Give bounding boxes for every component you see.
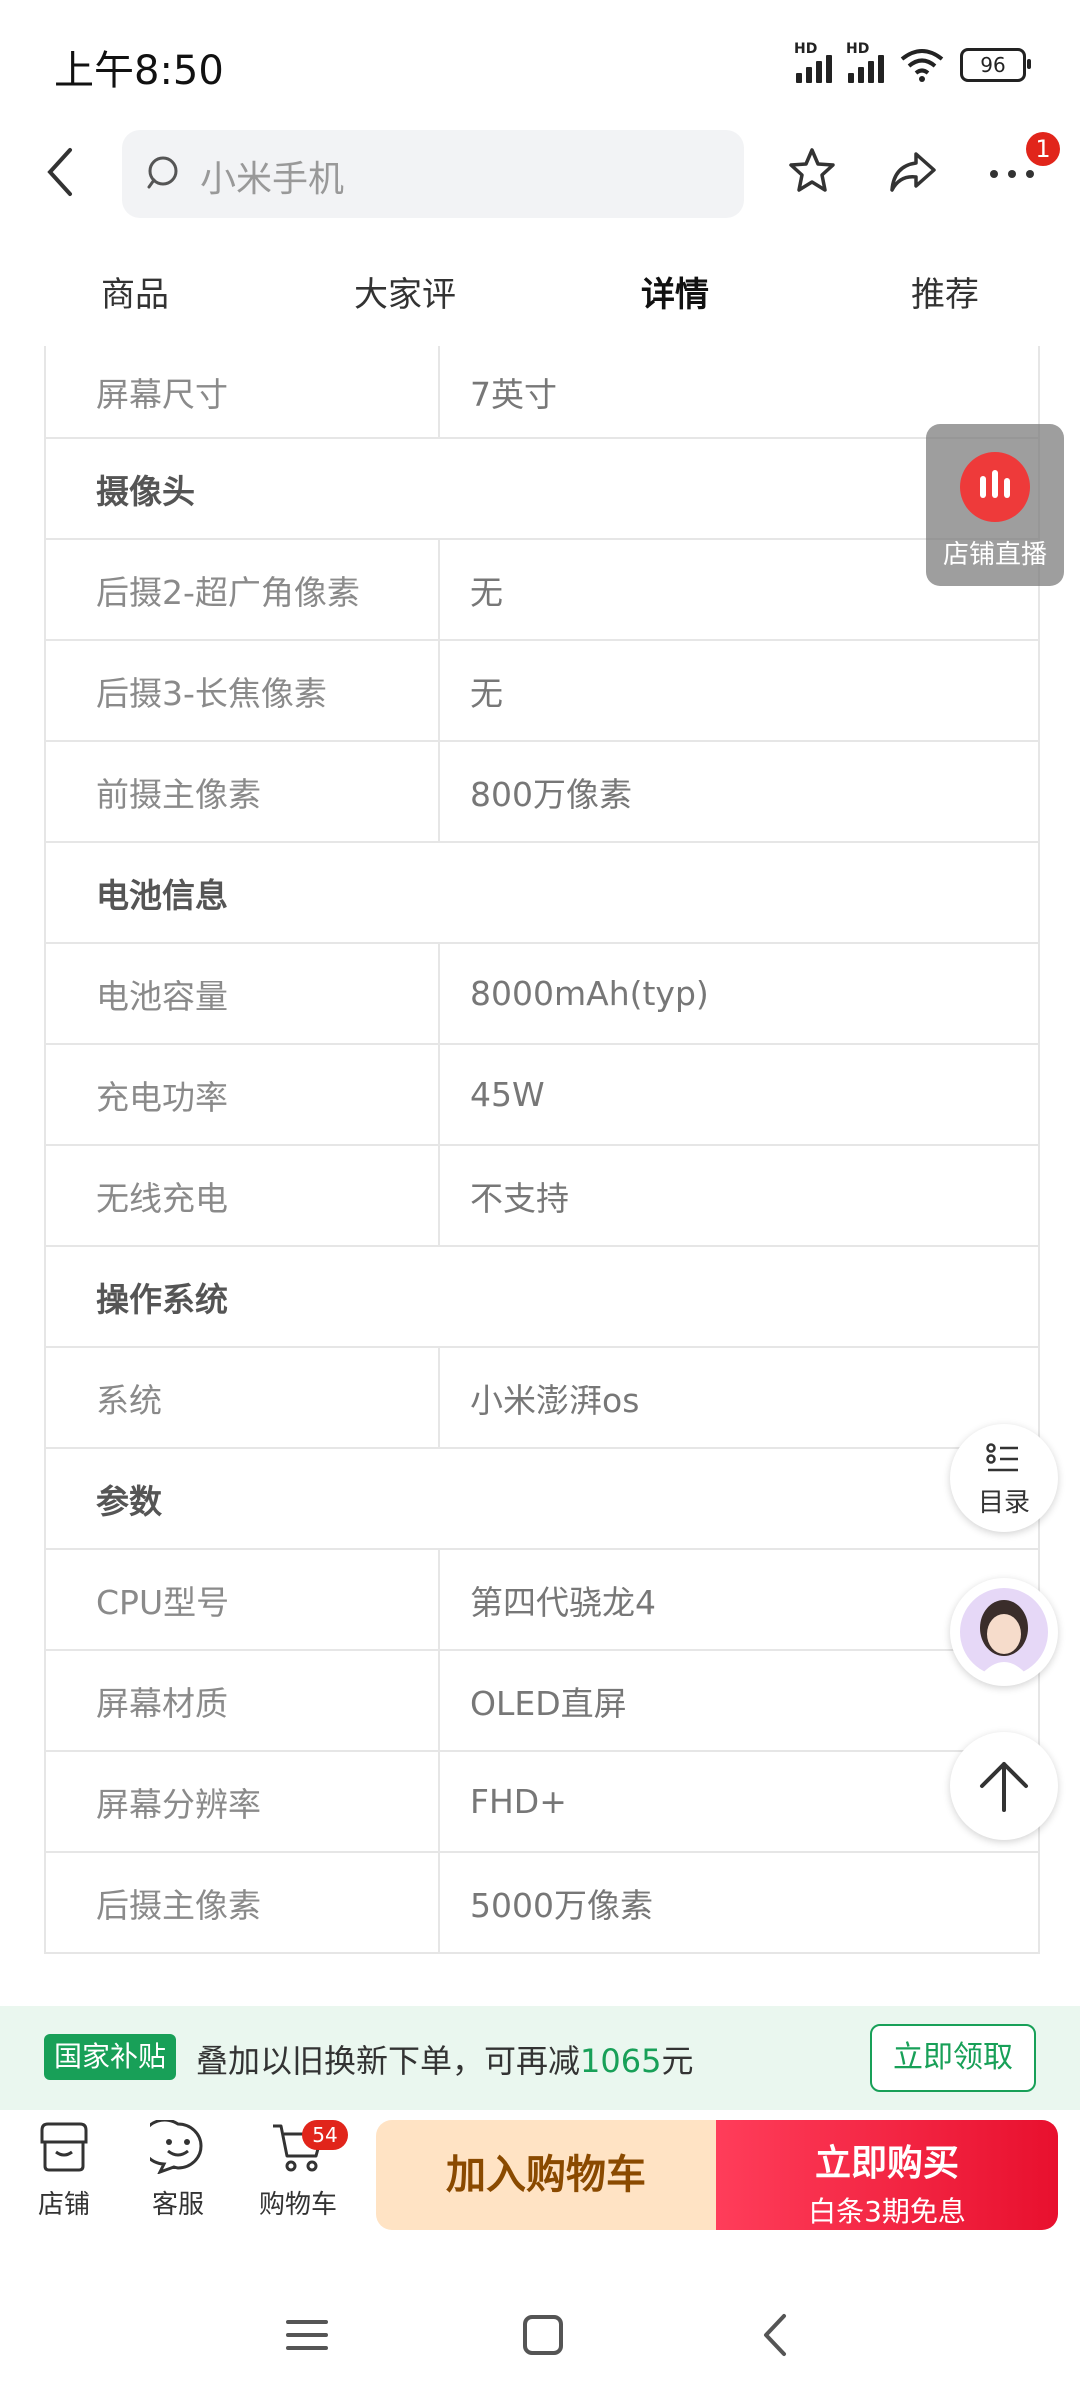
spec-section-title: 操作系统 <box>96 1279 228 1319</box>
signal-icon: HD <box>846 41 884 83</box>
live-icon <box>960 452 1030 522</box>
spec-section-header: 参数 <box>46 1449 1038 1550</box>
system-back-button[interactable] <box>752 2310 802 2364</box>
spec-row: 前摄主像素 800万像素 <box>46 742 1038 843</box>
spec-row: CPU型号 第四代骁龙4 <box>46 1550 1038 1651</box>
signal-icon: HD <box>794 41 832 83</box>
spec-value: 第四代骁龙4 <box>470 1582 656 1622</box>
spec-section-title: 电池信息 <box>96 875 228 915</box>
status-time: 上午8:50 <box>54 48 224 94</box>
customer-service-button[interactable]: 客服 <box>128 2118 228 2221</box>
add-to-cart-button[interactable]: 加入购物车 <box>376 2120 716 2230</box>
spec-value: 小米澎湃os <box>470 1380 640 1420</box>
claim-subsidy-button[interactable]: 立即领取 <box>870 2024 1036 2092</box>
avatar-icon <box>960 1588 1048 1676</box>
subsidy-banner: 国家补贴 叠加以旧换新下单，可再减1065元 立即领取 <box>0 2006 1080 2110</box>
chevron-left-icon <box>47 148 72 196</box>
cart-count-badge: 54 <box>302 2120 348 2150</box>
spec-key: 屏幕分辨率 <box>46 1752 440 1851</box>
customer-service-label: 客服 <box>151 2190 204 2220</box>
tab-bar: 商品 大家评 详情 推荐 <box>0 255 1080 335</box>
tab-product[interactable]: 商品 <box>0 255 270 335</box>
spec-key: 后摄主像素 <box>46 1853 440 1952</box>
chat-face-icon <box>140 2118 203 2175</box>
search-input[interactable]: 小米手机 <box>122 130 744 218</box>
notification-badge: 1 <box>1026 132 1060 166</box>
store-live-button[interactable]: 店铺直播 <box>926 424 1064 586</box>
spec-value: 8000mAh(typ) <box>470 974 709 1013</box>
store-icon <box>40 2122 88 2172</box>
spec-key: 屏幕尺寸 <box>46 346 440 437</box>
search-placeholder: 小米手机 <box>200 159 345 200</box>
spec-row: 屏幕材质 OLED直屏 <box>46 1651 1038 1752</box>
spec-key: 无线充电 <box>46 1146 440 1245</box>
spec-row: 后摄2-超广角像素 无 <box>46 540 1038 641</box>
recent-apps-button[interactable] <box>282 2310 332 2364</box>
cart-label: 购物车 <box>258 2190 337 2220</box>
spec-row: 充电功率 45W <box>46 1045 1038 1146</box>
battery-icon: 96 <box>960 48 1031 82</box>
toc-label: 目录 <box>977 1488 1030 1518</box>
chevron-left-icon <box>764 2314 786 2356</box>
back-to-top-button[interactable] <box>950 1732 1058 1840</box>
buy-now-subtitle: 白条3期免息 <box>808 2195 966 2228</box>
spec-section-header: 操作系统 <box>46 1247 1038 1348</box>
square-icon <box>523 2315 563 2355</box>
subsidy-text: 叠加以旧换新下单，可再减1065元 <box>196 2042 694 2080</box>
status-icons: HD HD 96 <box>794 40 1031 90</box>
spec-value: 不支持 <box>470 1178 569 1218</box>
toc-button[interactable]: 目录 <box>950 1424 1058 1532</box>
star-icon <box>789 148 835 192</box>
spec-value: 800万像素 <box>470 774 632 814</box>
spec-section-header: 电池信息 <box>46 843 1038 944</box>
spec-section-header: 摄像头 <box>46 439 1038 540</box>
buy-now-label: 立即购买 <box>814 2143 959 2184</box>
tab-recommend[interactable]: 推荐 <box>810 255 1080 335</box>
search-icon <box>147 156 178 189</box>
store-live-label: 店铺直播 <box>942 540 1047 570</box>
spec-section-title: 参数 <box>96 1481 162 1521</box>
spec-row: 后摄主像素 5000万像素 <box>46 1853 1038 1954</box>
spec-key: 系统 <box>46 1348 440 1447</box>
assistant-avatar-button[interactable] <box>950 1578 1058 1686</box>
cart-button[interactable]: 54 购物车 <box>248 2120 348 2221</box>
spec-key: 前摄主像素 <box>46 742 440 841</box>
buy-now-button[interactable]: 立即购买 白条3期免息 <box>716 2120 1058 2230</box>
tab-details[interactable]: 详情 <box>540 255 810 335</box>
spec-row: 屏幕分辨率 FHD+ <box>46 1752 1038 1853</box>
list-icon <box>986 1443 1018 1472</box>
menu-icon <box>286 2320 328 2350</box>
spec-key: 后摄2-超广角像素 <box>46 540 440 639</box>
spec-row: 系统 小米澎湃os <box>46 1348 1038 1449</box>
spec-key: CPU型号 <box>46 1550 440 1649</box>
spec-key: 电池容量 <box>46 944 440 1043</box>
favorite-button[interactable] <box>782 142 842 202</box>
subsidy-amount: 1065 <box>580 2042 662 2080</box>
store-button[interactable]: 店铺 <box>14 2120 114 2221</box>
subsidy-tag: 国家补贴 <box>44 2034 177 2080</box>
spec-row: 后摄3-长焦像素 无 <box>46 641 1038 742</box>
back-button[interactable] <box>36 142 86 202</box>
spec-value: 无 <box>470 673 503 713</box>
share-button[interactable] <box>882 142 942 202</box>
spec-row: 电池容量 8000mAh(typ) <box>46 944 1038 1045</box>
arrow-up-icon <box>980 1762 1028 1812</box>
spec-key: 后摄3-长焦像素 <box>46 641 440 740</box>
share-icon <box>890 152 936 192</box>
spec-row: 无线充电 不支持 <box>46 1146 1038 1247</box>
spec-section-title: 摄像头 <box>96 471 195 511</box>
spec-key: 屏幕材质 <box>46 1651 440 1750</box>
home-button[interactable] <box>518 2310 568 2364</box>
bottom-action-bar: 店铺 客服 54 购物车 加入购物车 立即购买 白条3期免息 <box>0 2110 1080 2250</box>
spec-key: 充电功率 <box>46 1045 440 1144</box>
spec-value: 5000万像素 <box>470 1885 653 1925</box>
tab-reviews[interactable]: 大家评 <box>270 255 540 335</box>
spec-row: 屏幕尺寸 7英寸 <box>46 346 1038 439</box>
store-label: 店铺 <box>37 2190 90 2220</box>
wifi-icon <box>900 49 944 82</box>
spec-value: FHD+ <box>470 1782 567 1821</box>
spec-table: 屏幕尺寸 7英寸 摄像头 后摄2-超广角像素 无 后摄3-长焦像素 无 前摄主像… <box>44 346 1040 1954</box>
spec-value: OLED直屏 <box>470 1683 627 1723</box>
spec-value: 45W <box>470 1075 545 1114</box>
